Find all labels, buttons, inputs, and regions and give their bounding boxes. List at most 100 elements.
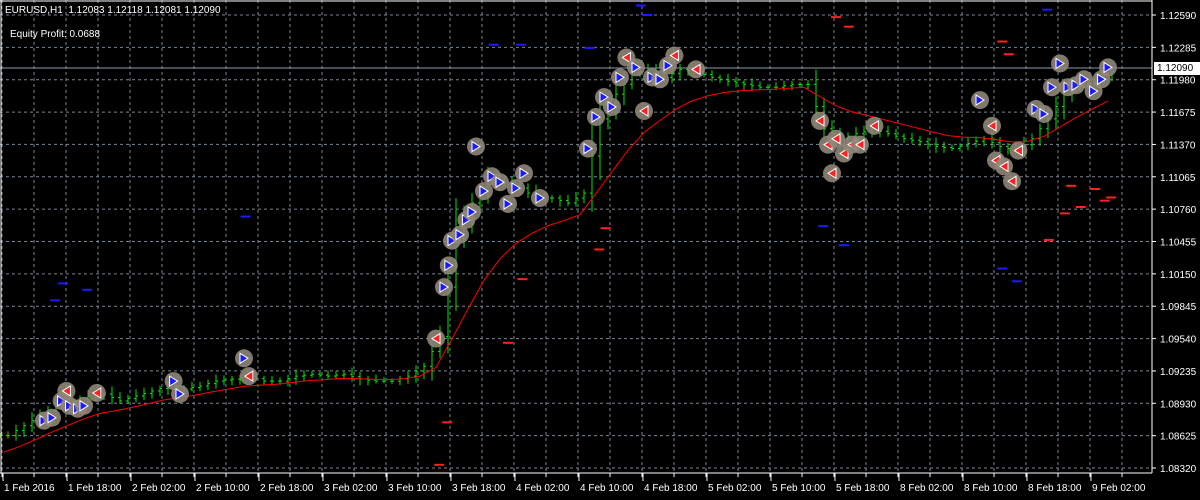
price-bar: [742, 80, 746, 90]
price-bar: [118, 392, 122, 405]
price-bar: [14, 424, 18, 441]
equity-profit-label: Equity Profit: 0.0688: [10, 29, 101, 40]
buy-trade-marker: [467, 137, 485, 156]
buy-trade-marker: [627, 58, 645, 77]
buy-trade-marker: [611, 68, 629, 87]
sell-trade-marker: [811, 111, 829, 130]
sell-trade-marker: [57, 381, 76, 400]
sell-trade-marker: [983, 116, 1001, 135]
buy-trade-marker: [1051, 54, 1069, 73]
sell-trade-marker: [635, 102, 653, 121]
price-bar: [734, 77, 738, 88]
price-bar: [142, 387, 146, 400]
price-chart[interactable]: 1.12590 1.12285 1.11980 1.11675 1.11370 1.110…: [0, 0, 1200, 500]
price-bar: [414, 365, 418, 383]
y-tick-label: 1.10150: [1160, 270, 1197, 281]
buy-trade-marker: [587, 107, 605, 126]
price-bar: [1030, 133, 1034, 151]
price-bar: [1054, 96, 1058, 130]
y-tick-label: 1.10455: [1160, 238, 1197, 249]
price-bar: [214, 374, 218, 389]
x-tick-label: 4 Feb 02:00: [516, 483, 570, 494]
buy-trade-marker: [171, 384, 189, 403]
price-bar: [758, 81, 762, 90]
y-tick-label: 1.08320: [1160, 464, 1197, 475]
sell-trade-marker: [239, 367, 258, 386]
buy-trade-marker: [1035, 104, 1053, 123]
price-bar: [934, 137, 938, 153]
price-bar: [270, 376, 274, 385]
y-tick-label: 1.08625: [1160, 432, 1197, 443]
buy-trade-marker: [235, 349, 253, 368]
price-bar: [222, 375, 226, 386]
x-tick-label: 2 Feb 10:00: [196, 483, 250, 494]
price-bar: [398, 375, 402, 386]
buy-trade-marker: [603, 97, 621, 116]
x-tick-label: 8 Feb 02:00: [900, 483, 954, 494]
buy-trade-marker: [515, 164, 533, 183]
x-tick-label: 2 Feb 18:00: [260, 483, 314, 494]
price-bar: [790, 80, 794, 91]
buy-trade-marker: [491, 173, 509, 192]
price-bar: [6, 431, 10, 439]
price-bar: [422, 362, 426, 380]
price-bar: [566, 194, 570, 206]
price-bar: [326, 370, 330, 380]
buy-trade-marker: [499, 194, 517, 213]
x-tick-label: 1 Feb 18:00: [68, 483, 122, 494]
buy-trade-marker: [971, 91, 989, 110]
sell-trade-marker: [1009, 141, 1028, 160]
price-bar: [526, 183, 530, 199]
price-bar: [902, 133, 906, 143]
sell-trade-marker: [427, 329, 445, 348]
price-bar: [286, 374, 290, 387]
y-tick-label: 1.12285: [1160, 43, 1197, 54]
x-tick-label: 1 Feb 2016: [4, 483, 55, 494]
price-bar: [678, 63, 682, 81]
y-tick-label: 1.11675: [1160, 108, 1196, 119]
grid: [0, 0, 1152, 473]
price-bar: [1038, 123, 1042, 146]
price-bar: [22, 422, 26, 438]
buy-trade-marker: [439, 256, 458, 275]
price-bar: [782, 80, 786, 91]
buy-trade-marker: [463, 202, 481, 221]
y-tick-label: 1.09845: [1160, 302, 1197, 313]
buy-trade-marker: [75, 396, 93, 415]
price-bar: [558, 195, 562, 207]
x-tick-label: 3 Feb 18:00: [452, 483, 506, 494]
x-tick-label: 8 Feb 18:00: [1028, 483, 1082, 494]
price-bar: [110, 386, 114, 405]
moving-average-line: [3, 86, 1109, 453]
x-tick-label: 4 Feb 18:00: [644, 483, 698, 494]
price-bar: [950, 144, 954, 151]
price-bar: [134, 389, 138, 403]
price-bar: [446, 264, 450, 354]
x-tick-label: 3 Feb 10:00: [388, 483, 442, 494]
price-bar: [926, 137, 930, 150]
sell-trade-marker: [1003, 172, 1021, 191]
y-tick-label: 1.11980: [1160, 76, 1196, 87]
x-tick-label: 5 Feb 02:00: [708, 483, 762, 494]
price-bar: [550, 195, 554, 203]
y-tick-label: 1.09540: [1160, 335, 1197, 346]
price-bar: [406, 370, 410, 384]
buy-trade-marker: [579, 139, 597, 158]
price-bar: [582, 189, 586, 204]
price-bar: [262, 375, 266, 386]
price-bar: [382, 376, 386, 384]
x-tick-label: 9 Feb 02:00: [1092, 483, 1146, 494]
x-tick-label: 2 Feb 02:00: [132, 483, 186, 494]
price-bar: [230, 375, 234, 386]
price-bar: [806, 80, 810, 89]
axes: 1.12590 1.12285 1.11980 1.11675 1.11370 1.110…: [0, 0, 1197, 494]
price-bar: [366, 375, 370, 386]
x-tick-label: 8 Feb 10:00: [964, 483, 1018, 494]
sell-trade-marker: [687, 60, 705, 79]
price-bar: [894, 128, 898, 140]
y-tick-label: 1.11370: [1160, 140, 1196, 151]
price-bar: [150, 387, 154, 399]
current-price-label: 1.12090: [1154, 62, 1200, 75]
x-tick-label: 5 Feb 10:00: [772, 483, 826, 494]
price-bar: [454, 198, 458, 311]
